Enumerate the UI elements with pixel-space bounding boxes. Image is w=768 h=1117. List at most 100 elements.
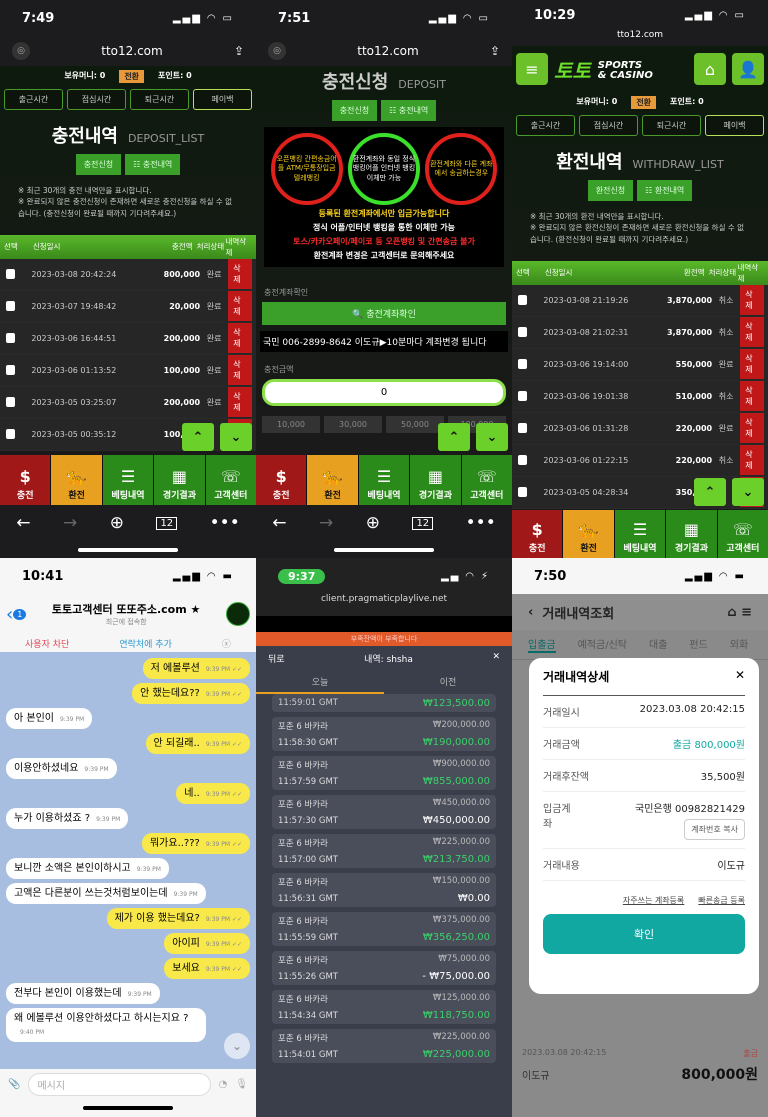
nav-2[interactable]: ☰ 베팅내역 bbox=[102, 455, 154, 505]
delete-button[interactable]: 삭제 bbox=[740, 317, 764, 348]
site-logo[interactable]: 토토 SPORTS & CASINO bbox=[554, 55, 688, 84]
nav-3[interactable]: ▦ 경기결과 bbox=[666, 510, 717, 558]
back-icon[interactable]: ← bbox=[272, 513, 286, 533]
deposit-apply-button[interactable]: 충전신청 bbox=[331, 100, 378, 121]
quick-amount-button[interactable]: 10,000 bbox=[262, 416, 320, 433]
account-check-button[interactable]: 🔍 충전계좌확인 bbox=[262, 302, 506, 325]
tab-3[interactable]: 펀드 bbox=[689, 636, 707, 653]
apply-button[interactable]: 환전신청 bbox=[587, 180, 634, 201]
nav-4[interactable]: ☏ 고객센터 bbox=[461, 455, 512, 505]
tab-1[interactable]: 예적금/신탁 bbox=[578, 636, 627, 653]
row-checkbox[interactable] bbox=[6, 333, 16, 344]
exchange-button[interactable]: 전환 bbox=[119, 70, 145, 83]
home-icon[interactable]: ⌂ bbox=[694, 53, 726, 85]
nav-2[interactable]: ☰ 베팅내역 bbox=[358, 455, 410, 505]
tab-0[interactable]: 입출금 bbox=[528, 636, 556, 653]
url-bar[interactable]: ◎ tto12.com ⇪ bbox=[256, 36, 512, 66]
back-icon[interactable]: ← bbox=[16, 513, 30, 533]
close-icon[interactable]: ⓧ bbox=[222, 637, 231, 650]
home-icon[interactable]: ⌂ bbox=[727, 605, 736, 620]
favorite-account-link[interactable]: 자주쓰는 계좌등록 bbox=[623, 895, 684, 906]
nav-3[interactable]: ▦ 경기결과 bbox=[410, 455, 461, 505]
row-checkbox[interactable] bbox=[518, 391, 528, 402]
menu-icon[interactable]: ≡ bbox=[516, 53, 548, 85]
row-checkbox[interactable] bbox=[518, 455, 528, 466]
confirm-button[interactable]: 확인 bbox=[543, 914, 745, 954]
more-icon[interactable]: ••• bbox=[210, 513, 240, 533]
scroll-down-button[interactable]: ⌄ bbox=[476, 423, 508, 451]
row-checkbox[interactable] bbox=[6, 397, 16, 408]
delete-button[interactable]: 삭제 bbox=[228, 387, 252, 418]
row-checkbox[interactable] bbox=[6, 269, 16, 280]
list-button[interactable]: ☷ 환전내역 bbox=[637, 180, 693, 201]
add-contact-button[interactable]: 연락처에 추가 bbox=[119, 637, 172, 650]
apply-button[interactable]: 충전신청 bbox=[75, 154, 122, 175]
delete-button[interactable]: 삭제 bbox=[228, 291, 252, 322]
tab-1[interactable]: 점심시간 bbox=[579, 115, 638, 136]
row-checkbox[interactable] bbox=[518, 327, 528, 338]
new-tab-icon[interactable]: ⊕ bbox=[366, 513, 380, 533]
nav-1[interactable]: 🐆 환전 bbox=[563, 510, 614, 558]
nav-4[interactable]: ☏ 고객센터 bbox=[205, 455, 256, 505]
tab-today[interactable]: 오늘 bbox=[256, 671, 384, 694]
delete-button[interactable]: 삭제 bbox=[740, 445, 764, 476]
transaction-list-item[interactable]: 이도규 800,000원 bbox=[522, 1064, 758, 1084]
tab-3[interactable]: 페이백 bbox=[705, 115, 764, 136]
nav-0[interactable]: $ 충전 bbox=[0, 455, 51, 505]
attach-icon[interactable]: 📎 bbox=[8, 1079, 20, 1090]
row-checkbox[interactable] bbox=[6, 429, 16, 440]
copy-account-button[interactable]: 계좌번호 복사 bbox=[684, 819, 745, 840]
tab-2[interactable]: 대출 bbox=[649, 636, 667, 653]
tab-0[interactable]: 출근시간 bbox=[516, 115, 575, 136]
amount-input[interactable]: 0 bbox=[262, 379, 506, 406]
tab-1[interactable]: 점심시간 bbox=[67, 89, 126, 110]
row-checkbox[interactable] bbox=[518, 487, 528, 498]
forward-icon[interactable]: → bbox=[63, 513, 77, 533]
nav-2[interactable]: ☰ 베팅내역 bbox=[614, 510, 666, 558]
new-tab-icon[interactable]: ⊕ bbox=[110, 513, 124, 533]
quick-amount-button[interactable]: 30,000 bbox=[324, 416, 382, 433]
close-icon[interactable]: ✕ bbox=[735, 668, 745, 685]
tab-2[interactable]: 퇴근시간 bbox=[130, 89, 189, 110]
url-bar[interactable]: ◎ tto12.com ⇪ bbox=[0, 36, 256, 66]
back-button[interactable]: 뒤로 bbox=[268, 652, 285, 665]
block-user-button[interactable]: 사용자 차단 bbox=[25, 637, 69, 650]
back-icon[interactable]: ‹ bbox=[528, 605, 533, 620]
more-icon[interactable]: ••• bbox=[466, 513, 496, 533]
share-icon[interactable]: ⇪ bbox=[234, 44, 244, 58]
tabs-icon[interactable]: 12 bbox=[412, 516, 434, 530]
nav-1[interactable]: 🐆 환전 bbox=[51, 455, 102, 505]
scroll-up-button[interactable]: ⌃ bbox=[182, 423, 214, 451]
row-checkbox[interactable] bbox=[518, 423, 528, 434]
user-icon[interactable]: 👤 bbox=[732, 53, 764, 85]
share-icon[interactable]: ⇪ bbox=[490, 44, 500, 58]
scroll-down-button[interactable]: ⌄ bbox=[732, 478, 764, 506]
forward-icon[interactable]: → bbox=[319, 513, 333, 533]
delete-button[interactable]: 삭제 bbox=[740, 381, 764, 412]
nav-4[interactable]: ☏ 고객센터 bbox=[717, 510, 768, 558]
scroll-down-button[interactable]: ⌄ bbox=[224, 1033, 250, 1059]
mic-icon[interactable]: 🎙 bbox=[235, 1079, 248, 1090]
tab-3[interactable]: 페이백 bbox=[193, 89, 252, 110]
scroll-down-button[interactable]: ⌄ bbox=[220, 423, 252, 451]
quick-amount-button[interactable]: 50,000 bbox=[386, 416, 444, 433]
sticker-icon[interactable]: ◔ bbox=[219, 1079, 228, 1090]
list-button[interactable]: ☷ 충전내역 bbox=[125, 154, 181, 175]
site-settings-icon[interactable]: ◎ bbox=[268, 42, 286, 60]
tab-2[interactable]: 퇴근시간 bbox=[642, 115, 701, 136]
nav-0[interactable]: $ 충전 bbox=[512, 510, 563, 558]
url-bar[interactable]: tto12.com bbox=[512, 30, 768, 46]
message-input[interactable]: 메시지 bbox=[28, 1072, 211, 1096]
scroll-up-button[interactable]: ⌃ bbox=[438, 423, 470, 451]
tabs-icon[interactable]: 12 bbox=[156, 516, 178, 530]
quick-transfer-link[interactable]: 빠른송금 등록 bbox=[698, 895, 745, 906]
nav-0[interactable]: $ 충전 bbox=[256, 455, 307, 505]
tab-previous[interactable]: 이전 bbox=[384, 671, 512, 694]
nav-3[interactable]: ▦ 경기결과 bbox=[154, 455, 205, 505]
row-checkbox[interactable] bbox=[518, 295, 528, 306]
exchange-button[interactable]: 전환 bbox=[631, 96, 657, 109]
row-checkbox[interactable] bbox=[6, 365, 16, 376]
close-icon[interactable]: ✕ bbox=[492, 652, 500, 665]
delete-button[interactable]: 삭제 bbox=[228, 259, 252, 290]
delete-button[interactable]: 삭제 bbox=[740, 349, 764, 380]
